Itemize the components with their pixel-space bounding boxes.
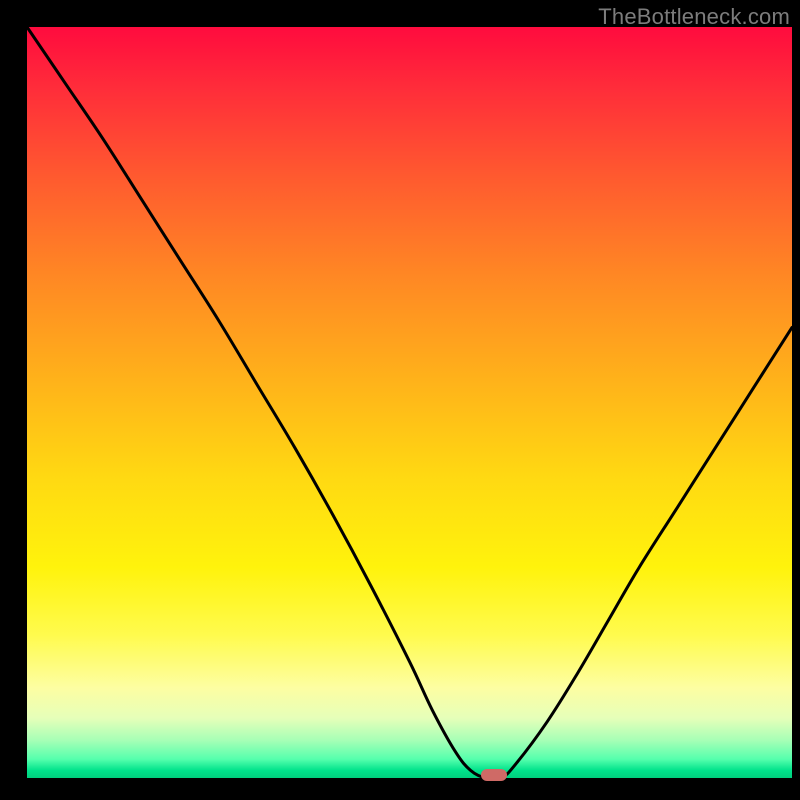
bottleneck-curve — [27, 27, 792, 778]
chart-stage: TheBottleneck.com — [0, 0, 800, 800]
plot-area — [27, 27, 792, 778]
curve-path — [27, 27, 792, 780]
watermark-text: TheBottleneck.com — [598, 4, 790, 30]
minimum-marker — [481, 769, 507, 781]
